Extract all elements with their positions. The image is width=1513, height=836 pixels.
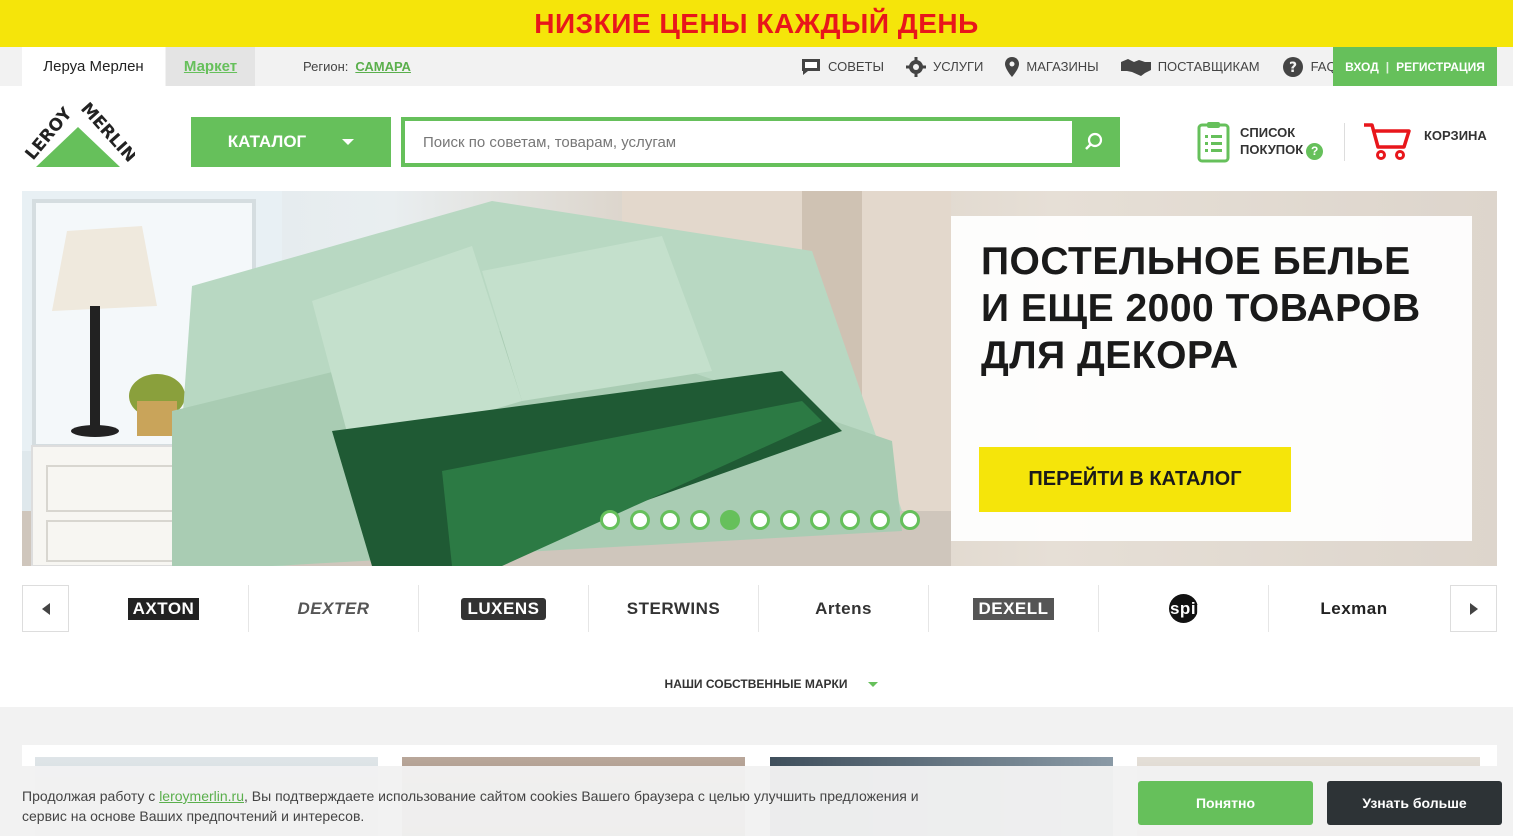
cookie-accept-button[interactable]: Понятно	[1138, 781, 1313, 825]
brand-dexter[interactable]: DEXTER	[249, 585, 419, 632]
slider-dot[interactable]	[750, 510, 770, 530]
slider-dot[interactable]	[780, 510, 800, 530]
slider-dots	[600, 510, 920, 530]
hero-slider[interactable]: ПОСТЕЛЬНОЕ БЕЛЬЕ И ЕЩЕ 2000 ТОВАРОВ ДЛЯ …	[22, 191, 1497, 566]
hero-title: ПОСТЕЛЬНОЕ БЕЛЬЕ И ЕЩЕ 2000 ТОВАРОВ ДЛЯ …	[981, 238, 1451, 379]
catalog-label: КАТАЛОГ	[227, 132, 307, 151]
slider-dot[interactable]	[630, 510, 650, 530]
brand-inspire[interactable]: inspire	[1099, 585, 1269, 632]
brand-logo-dexell: DEXELL	[973, 597, 1054, 620]
search-input[interactable]	[405, 121, 1075, 163]
brand-lexman[interactable]: Lexman	[1269, 585, 1439, 632]
nav-suppliers[interactable]: ПОСТАВЩИКАМ	[1120, 58, 1260, 76]
hero-promo-panel: ПОСТЕЛЬНОЕ БЕЛЬЕ И ЕЩЕ 2000 ТОВАРОВ ДЛЯ …	[951, 216, 1472, 541]
help-question-icon[interactable]: ?	[1306, 142, 1324, 160]
top-navigation: Леруа Мерлен Маркет Регион: САМАРА СОВЕТ…	[0, 47, 1513, 86]
shopping-list[interactable]: СПИСОК ПОКУПОК?	[1197, 121, 1324, 163]
header-divider	[1344, 123, 1345, 161]
region-selector: Регион: САМАРА	[303, 47, 411, 86]
auth-separator: |	[1385, 59, 1390, 74]
brand-logo-dexter: DEXTER	[297, 598, 370, 618]
cookie-text: Продолжая работу с leroymerlin.ru, Вы по…	[22, 786, 942, 826]
region-city-link[interactable]: САМАРА	[355, 59, 411, 74]
nav-services[interactable]: УСЛУГИ	[906, 56, 984, 77]
leroy-merlin-logo[interactable]: LEROY MERLIN	[22, 97, 135, 167]
handshake-icon	[1120, 58, 1151, 76]
catalog-button[interactable]: КАТАЛОГ	[191, 117, 391, 167]
own-brands-label: НАШИ СОБСТВЕННЫЕ МАРКИ	[664, 677, 848, 691]
slider-dot[interactable]	[660, 510, 680, 530]
login-link[interactable]: ВХОД	[1345, 60, 1379, 74]
service-links: СОВЕТЫ УСЛУГИ МАГАЗИНЫ ПОСТАВЩИКАМ ? FAQ	[801, 47, 1359, 86]
search-box	[401, 117, 1120, 167]
cookie-banner: Продолжая работу с leroymerlin.ru, Вы по…	[0, 766, 1513, 836]
brand-logo-axton: AXTON	[127, 597, 200, 620]
gear-icon	[906, 56, 927, 77]
clipboard-list-icon	[1197, 122, 1230, 163]
brand-logo-sterwins: STERWINS	[626, 598, 721, 618]
brand-artens[interactable]: Artens	[759, 585, 929, 632]
brands-track: AXTON DEXTER LUXENS STERWINS Artens DEXE…	[79, 585, 1440, 632]
brand-logo-lexman: Lexman	[1320, 598, 1388, 618]
brand-logo-luxens: LUXENS	[460, 597, 547, 620]
shopping-list-label: СПИСОК ПОКУПОК?	[1240, 124, 1324, 160]
question-icon: ?	[1282, 56, 1303, 77]
brand-luxens[interactable]: LUXENS	[419, 585, 589, 632]
slider-dot[interactable]	[870, 510, 890, 530]
nav-faq[interactable]: ? FAQ	[1282, 56, 1337, 78]
nav-advice[interactable]: СОВЕТЫ	[801, 58, 884, 76]
chat-icon	[802, 58, 820, 75]
nav-stores[interactable]: МАГАЗИНЫ	[1005, 56, 1099, 77]
promo-banner[interactable]: НИЗКИЕ ЦЕНЫ КАЖДЫЙ ДЕНЬ	[0, 0, 1513, 47]
brand-logo-artens: Artens	[815, 598, 872, 618]
slider-dot[interactable]	[600, 510, 620, 530]
cookie-text-start: Продолжая работу с	[22, 788, 160, 804]
register-link[interactable]: РЕГИСТРАЦИЯ	[1396, 60, 1485, 74]
nav-suppliers-label: ПОСТАВЩИКАМ	[1157, 59, 1260, 74]
brands-carousel: AXTON DEXTER LUXENS STERWINS Artens DEXE…	[22, 585, 1497, 632]
chevron-down-icon	[342, 139, 355, 145]
slider-dot[interactable]	[810, 510, 830, 530]
search-icon	[1085, 132, 1103, 150]
slider-dot[interactable]	[690, 510, 710, 530]
main-header: LEROY MERLIN КАТАЛОГ СПИСОК ПОКУПОК? КОР…	[0, 86, 1513, 191]
svg-text:?: ?	[1289, 60, 1297, 76]
shopping-list-line1: СПИСОК	[1240, 125, 1296, 141]
brand-axton[interactable]: AXTON	[79, 585, 249, 632]
cart-label: КОРЗИНА	[1424, 128, 1487, 143]
hero-title-line: ДЛЯ ДЕКОРА	[981, 334, 1239, 377]
slider-dot-active[interactable]	[720, 510, 740, 530]
cart-icon	[1364, 123, 1411, 160]
auth-block: ВХОД | РЕГИСТРАЦИЯ	[1333, 47, 1497, 86]
slider-dot[interactable]	[900, 510, 920, 530]
own-brands-toggle[interactable]: НАШИ СОБСТВЕННЫЕ МАРКИ	[0, 676, 1513, 692]
go-to-catalog-button[interactable]: ПЕРЕЙТИ В КАТАЛОГ	[979, 447, 1291, 512]
cookie-learn-more-button[interactable]: Узнать больше	[1327, 781, 1502, 825]
slider-dot[interactable]	[840, 510, 860, 530]
nav-services-label: УСЛУГИ	[933, 59, 984, 74]
promo-text: НИЗКИЕ ЦЕНЫ КАЖДЫЙ ДЕНЬ	[534, 7, 979, 39]
location-pin-icon	[1005, 56, 1020, 77]
cart-button[interactable]: КОРЗИНА	[1362, 121, 1487, 161]
hero-title-line: ПОСТЕЛЬНОЕ БЕЛЬЕ	[981, 240, 1411, 283]
arrow-left-icon	[41, 602, 50, 615]
tab-market[interactable]: Маркет	[166, 47, 255, 86]
hero-title-line: И ЕЩЕ 2000 ТОВАРОВ	[981, 287, 1421, 330]
tab-leroy-merlin[interactable]: Леруа Мерлен	[22, 47, 165, 86]
brand-dexell[interactable]: DEXELL	[929, 585, 1099, 632]
nav-stores-label: МАГАЗИНЫ	[1026, 59, 1099, 74]
nav-advice-label: СОВЕТЫ	[828, 59, 885, 74]
brands-next-button[interactable]	[1450, 585, 1497, 632]
brand-logo-inspire: inspire	[1154, 594, 1213, 623]
brands-prev-button[interactable]	[22, 585, 69, 632]
search-button[interactable]	[1072, 121, 1116, 163]
arrow-right-icon	[1469, 602, 1478, 615]
region-label: Регион:	[303, 59, 349, 74]
chevron-down-icon	[868, 681, 879, 687]
brand-sterwins[interactable]: STERWINS	[589, 585, 759, 632]
shopping-list-line2: ПОКУПОК	[1240, 142, 1304, 158]
cookie-site-link[interactable]: leroymerlin.ru	[159, 788, 244, 804]
